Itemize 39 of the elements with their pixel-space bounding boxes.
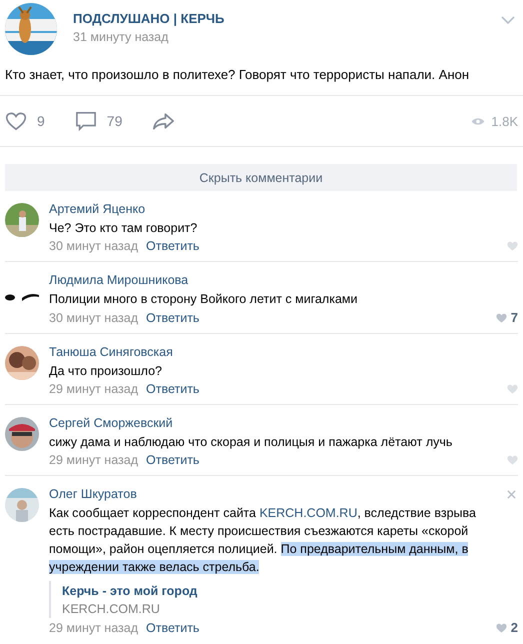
- comment-time: 30 минут назад: [49, 239, 138, 253]
- comment-author[interactable]: Людмила Мирошникова: [49, 272, 188, 288]
- comment-author[interactable]: Сергей Сморжевский: [49, 415, 173, 431]
- comment-time: 29 минут назад: [49, 620, 138, 634]
- like-count: 2: [510, 620, 518, 635]
- comment-author[interactable]: Танюша Синяговская: [49, 344, 173, 360]
- heart-icon[interactable]: [507, 455, 518, 465]
- heart-icon[interactable]: [507, 241, 518, 251]
- comment-author[interactable]: Олег Шкуратов: [49, 486, 137, 502]
- heart-icon[interactable]: [496, 312, 507, 322]
- eye-icon: [471, 116, 486, 126]
- reply-link[interactable]: Ответить: [146, 239, 200, 253]
- reply-link[interactable]: Ответить: [146, 620, 200, 634]
- group-name[interactable]: ПОДСЛУШАНО | КЕРЧЬ: [73, 10, 501, 26]
- like-count: 7: [510, 310, 518, 325]
- comment-text: Да что произошло?: [49, 363, 163, 380]
- reply-link[interactable]: Ответить: [146, 453, 200, 467]
- share-icon[interactable]: [152, 111, 176, 131]
- attachment-domain: KERCH.COM.RU: [62, 602, 161, 616]
- post-time: 31 минуту назад: [73, 30, 170, 44]
- comment-text: Как сообщает корреспондент сайта KERCH.COM.RU, вследствие взрыва есть пострадавшие. К месту происшествия съезжаются кареты «скорой помощи», район оцепляется полицией. По предварительным данным, в учреждении также велась стрельба.: [49, 505, 477, 576]
- comment-time: 29 минут назад: [49, 453, 138, 467]
- heart-icon[interactable]: [507, 384, 518, 394]
- post-text: Кто знает, что произошло в политехе? Говорят что террористы напали. Анон: [4, 66, 470, 84]
- close-icon[interactable]: [507, 490, 516, 498]
- heart-icon[interactable]: [496, 622, 507, 632]
- reply-link[interactable]: Ответить: [146, 310, 200, 324]
- view-count: 1.8K: [491, 114, 518, 128]
- comment-time: 29 минут назад: [49, 382, 138, 396]
- link[interactable]: KERCH.COM.RU: [259, 506, 358, 520]
- comment-author[interactable]: Артемий Яценко: [49, 201, 146, 217]
- comment-text: сижу дама и наблюдаю что скорая и полицыя и пажарка лётают лучь: [49, 434, 454, 451]
- comment-text: Полиции много в сторону Войкого летит с мигалками: [49, 291, 359, 308]
- hide-comments-button[interactable]: Скрыть комментарии: [5, 164, 517, 191]
- attachment-title[interactable]: Керчь - это мой город: [62, 584, 518, 598]
- comment-text: Че? Это кто там говорит?: [49, 220, 198, 237]
- chevron-down-icon[interactable]: [501, 16, 515, 24]
- reply-link[interactable]: Ответить: [146, 382, 200, 396]
- comment-time: 30 минут назад: [49, 310, 138, 324]
